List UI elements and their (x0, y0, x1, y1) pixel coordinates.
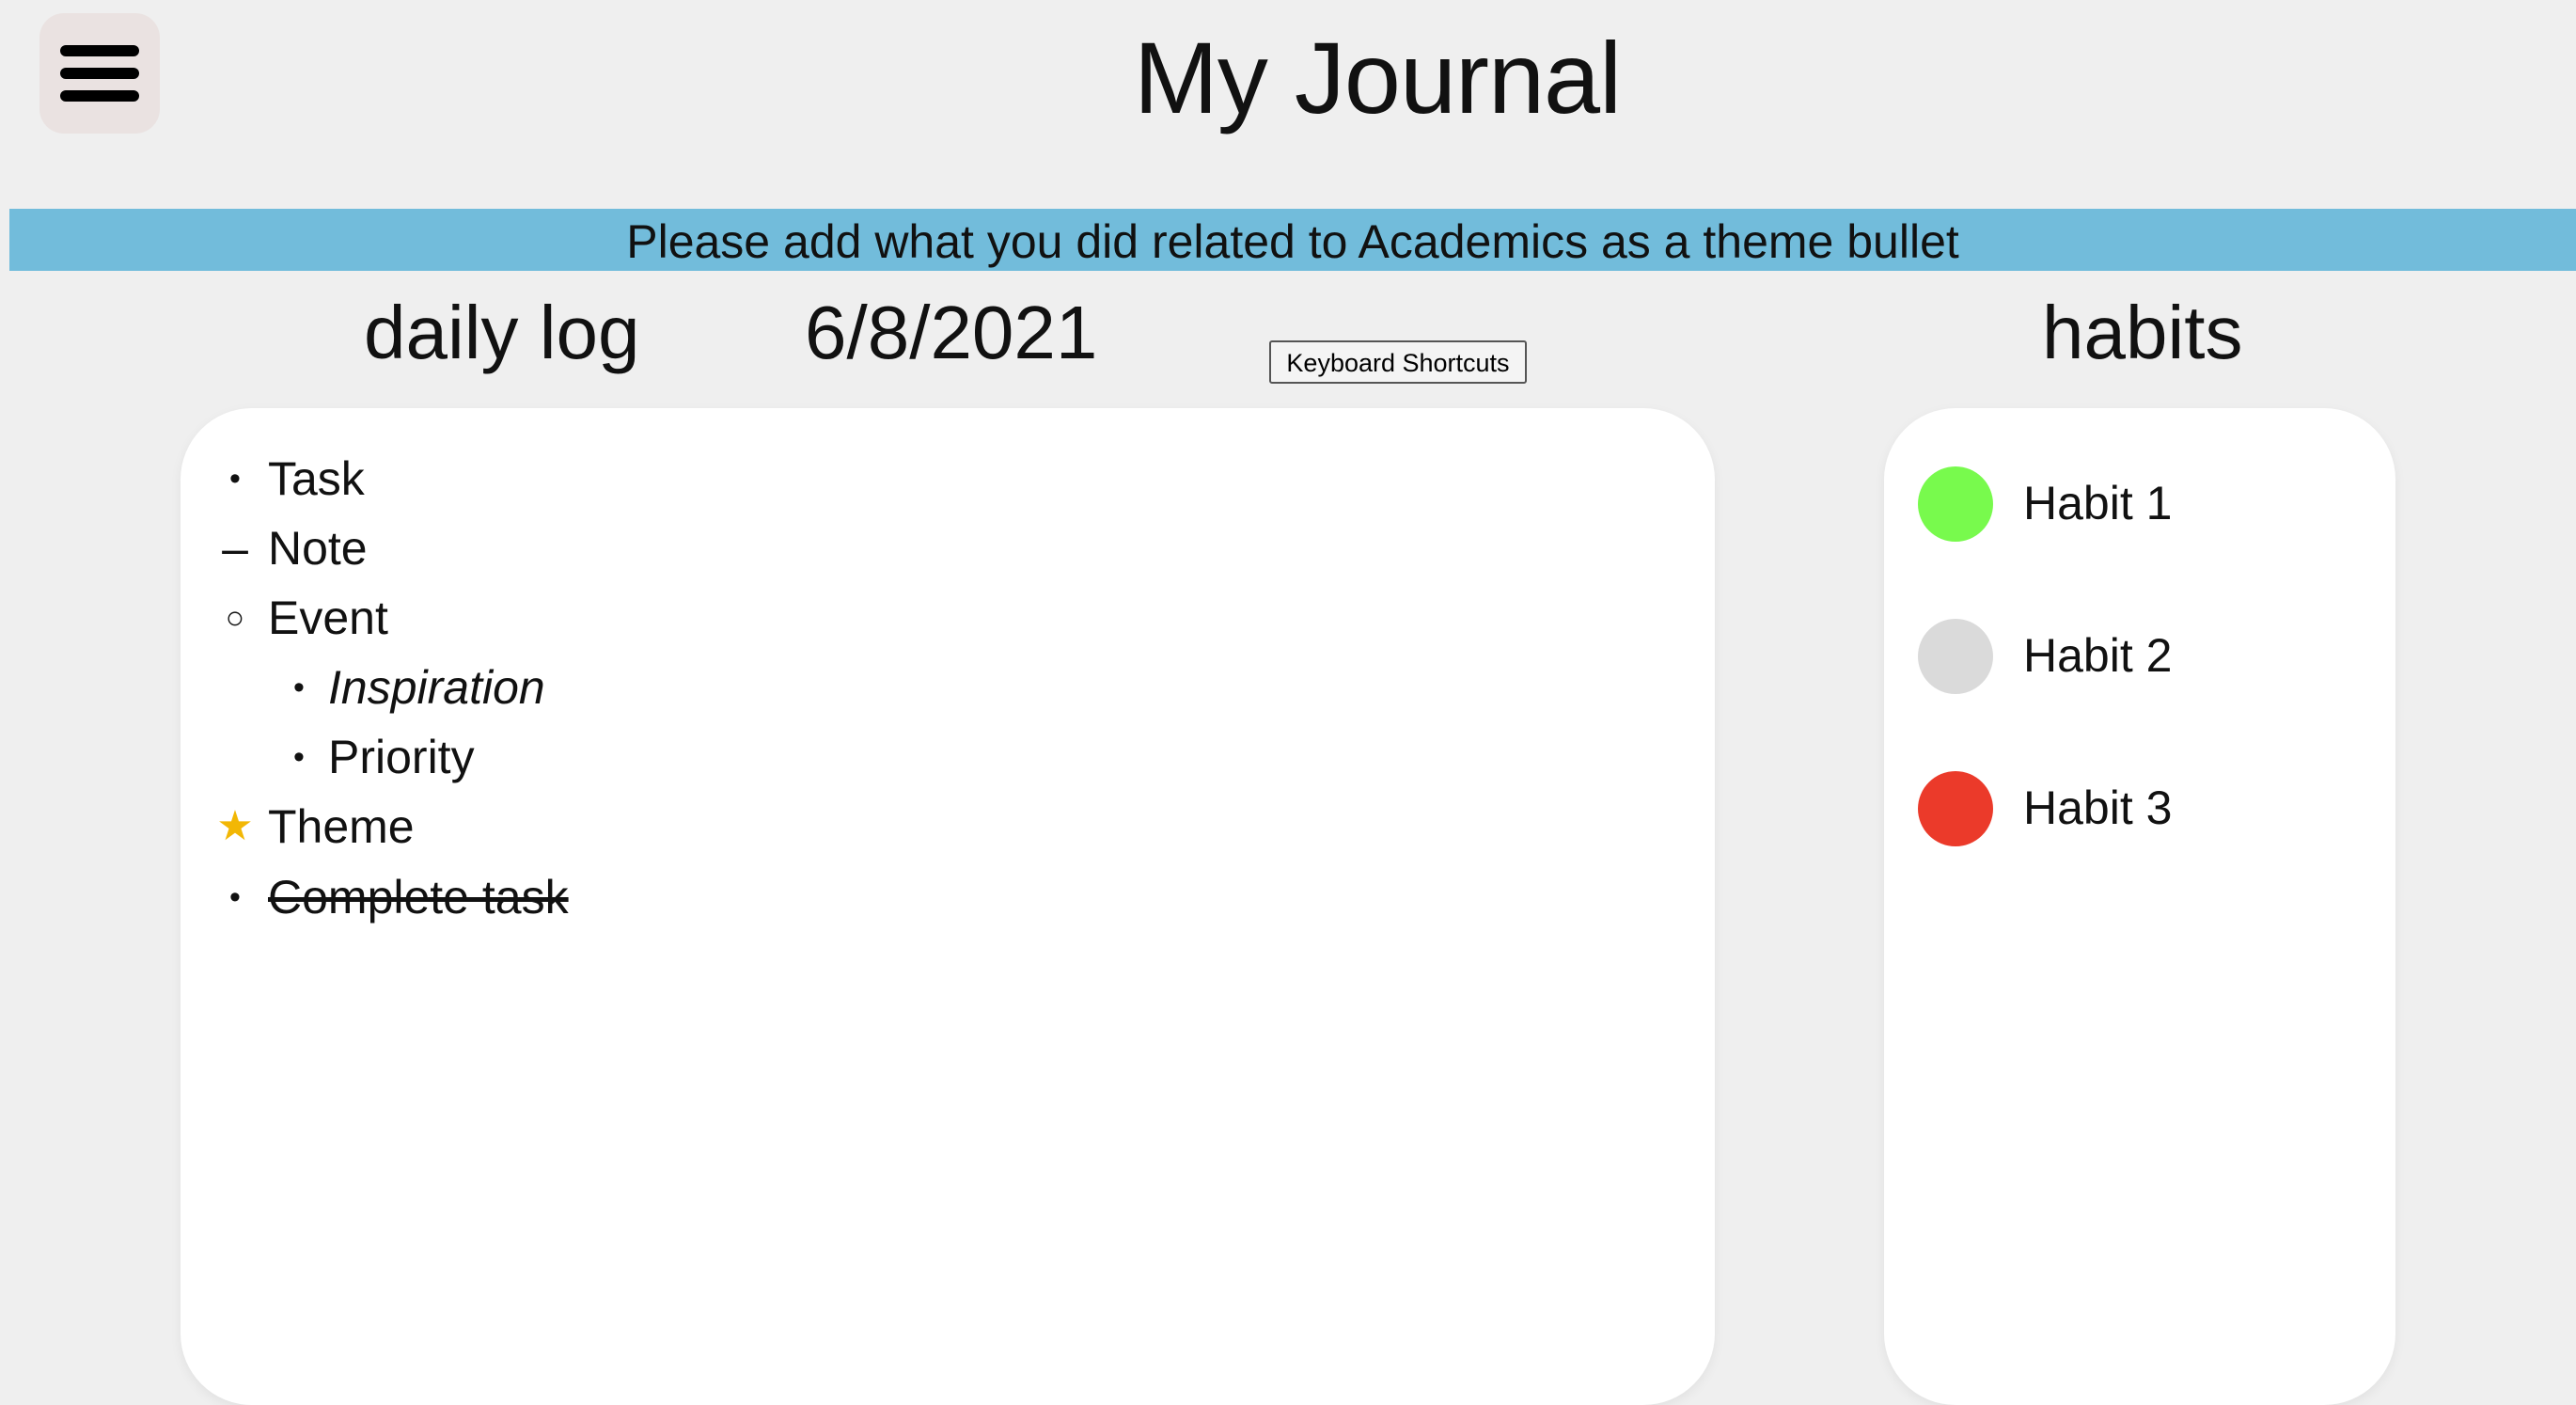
task-bullet-icon: • (229, 461, 241, 497)
habit-label: Habit 2 (2023, 629, 2173, 682)
task-bullet-icon: • (229, 879, 241, 915)
bullet-icon: • (293, 670, 305, 705)
keyboard-shortcuts-button[interactable]: Keyboard Shortcuts (1269, 340, 1527, 384)
entry-text: Complete task (268, 871, 569, 924)
habit-label: Habit 3 (2023, 781, 2173, 834)
log-date: 6/8/2021 (805, 291, 1098, 374)
habit-status-indicator[interactable] (1918, 619, 1993, 694)
daily-log-heading: daily log (364, 291, 640, 374)
bullet-icon: • (293, 739, 305, 775)
entry-text: Event (268, 592, 388, 644)
prompt-banner: Please add what you did related to Acade… (9, 209, 2576, 271)
habit-status-indicator[interactable] (1918, 771, 1993, 846)
entry-text: Task (268, 452, 365, 505)
event-circle-icon: ○ (225, 600, 245, 636)
entry-text: Theme (268, 800, 415, 853)
note-dash-icon: – (222, 522, 248, 575)
habit-item[interactable]: Habit 2 (1918, 619, 2350, 696)
habit-item[interactable]: Habit 1 (1918, 466, 2350, 544)
habits-heading: habits (2042, 291, 2243, 374)
entry-text: Inspiration (328, 661, 545, 714)
entry-text: Note (268, 522, 368, 575)
habit-status-indicator[interactable] (1918, 466, 1993, 542)
page-title: My Journal (1133, 21, 1622, 134)
habit-label: Habit 1 (2023, 477, 2173, 529)
habit-item[interactable]: Habit 3 (1918, 771, 2350, 848)
habits-panel (1884, 408, 2395, 1405)
star-icon: ★ (216, 803, 254, 849)
entry-text: Priority (328, 731, 475, 783)
